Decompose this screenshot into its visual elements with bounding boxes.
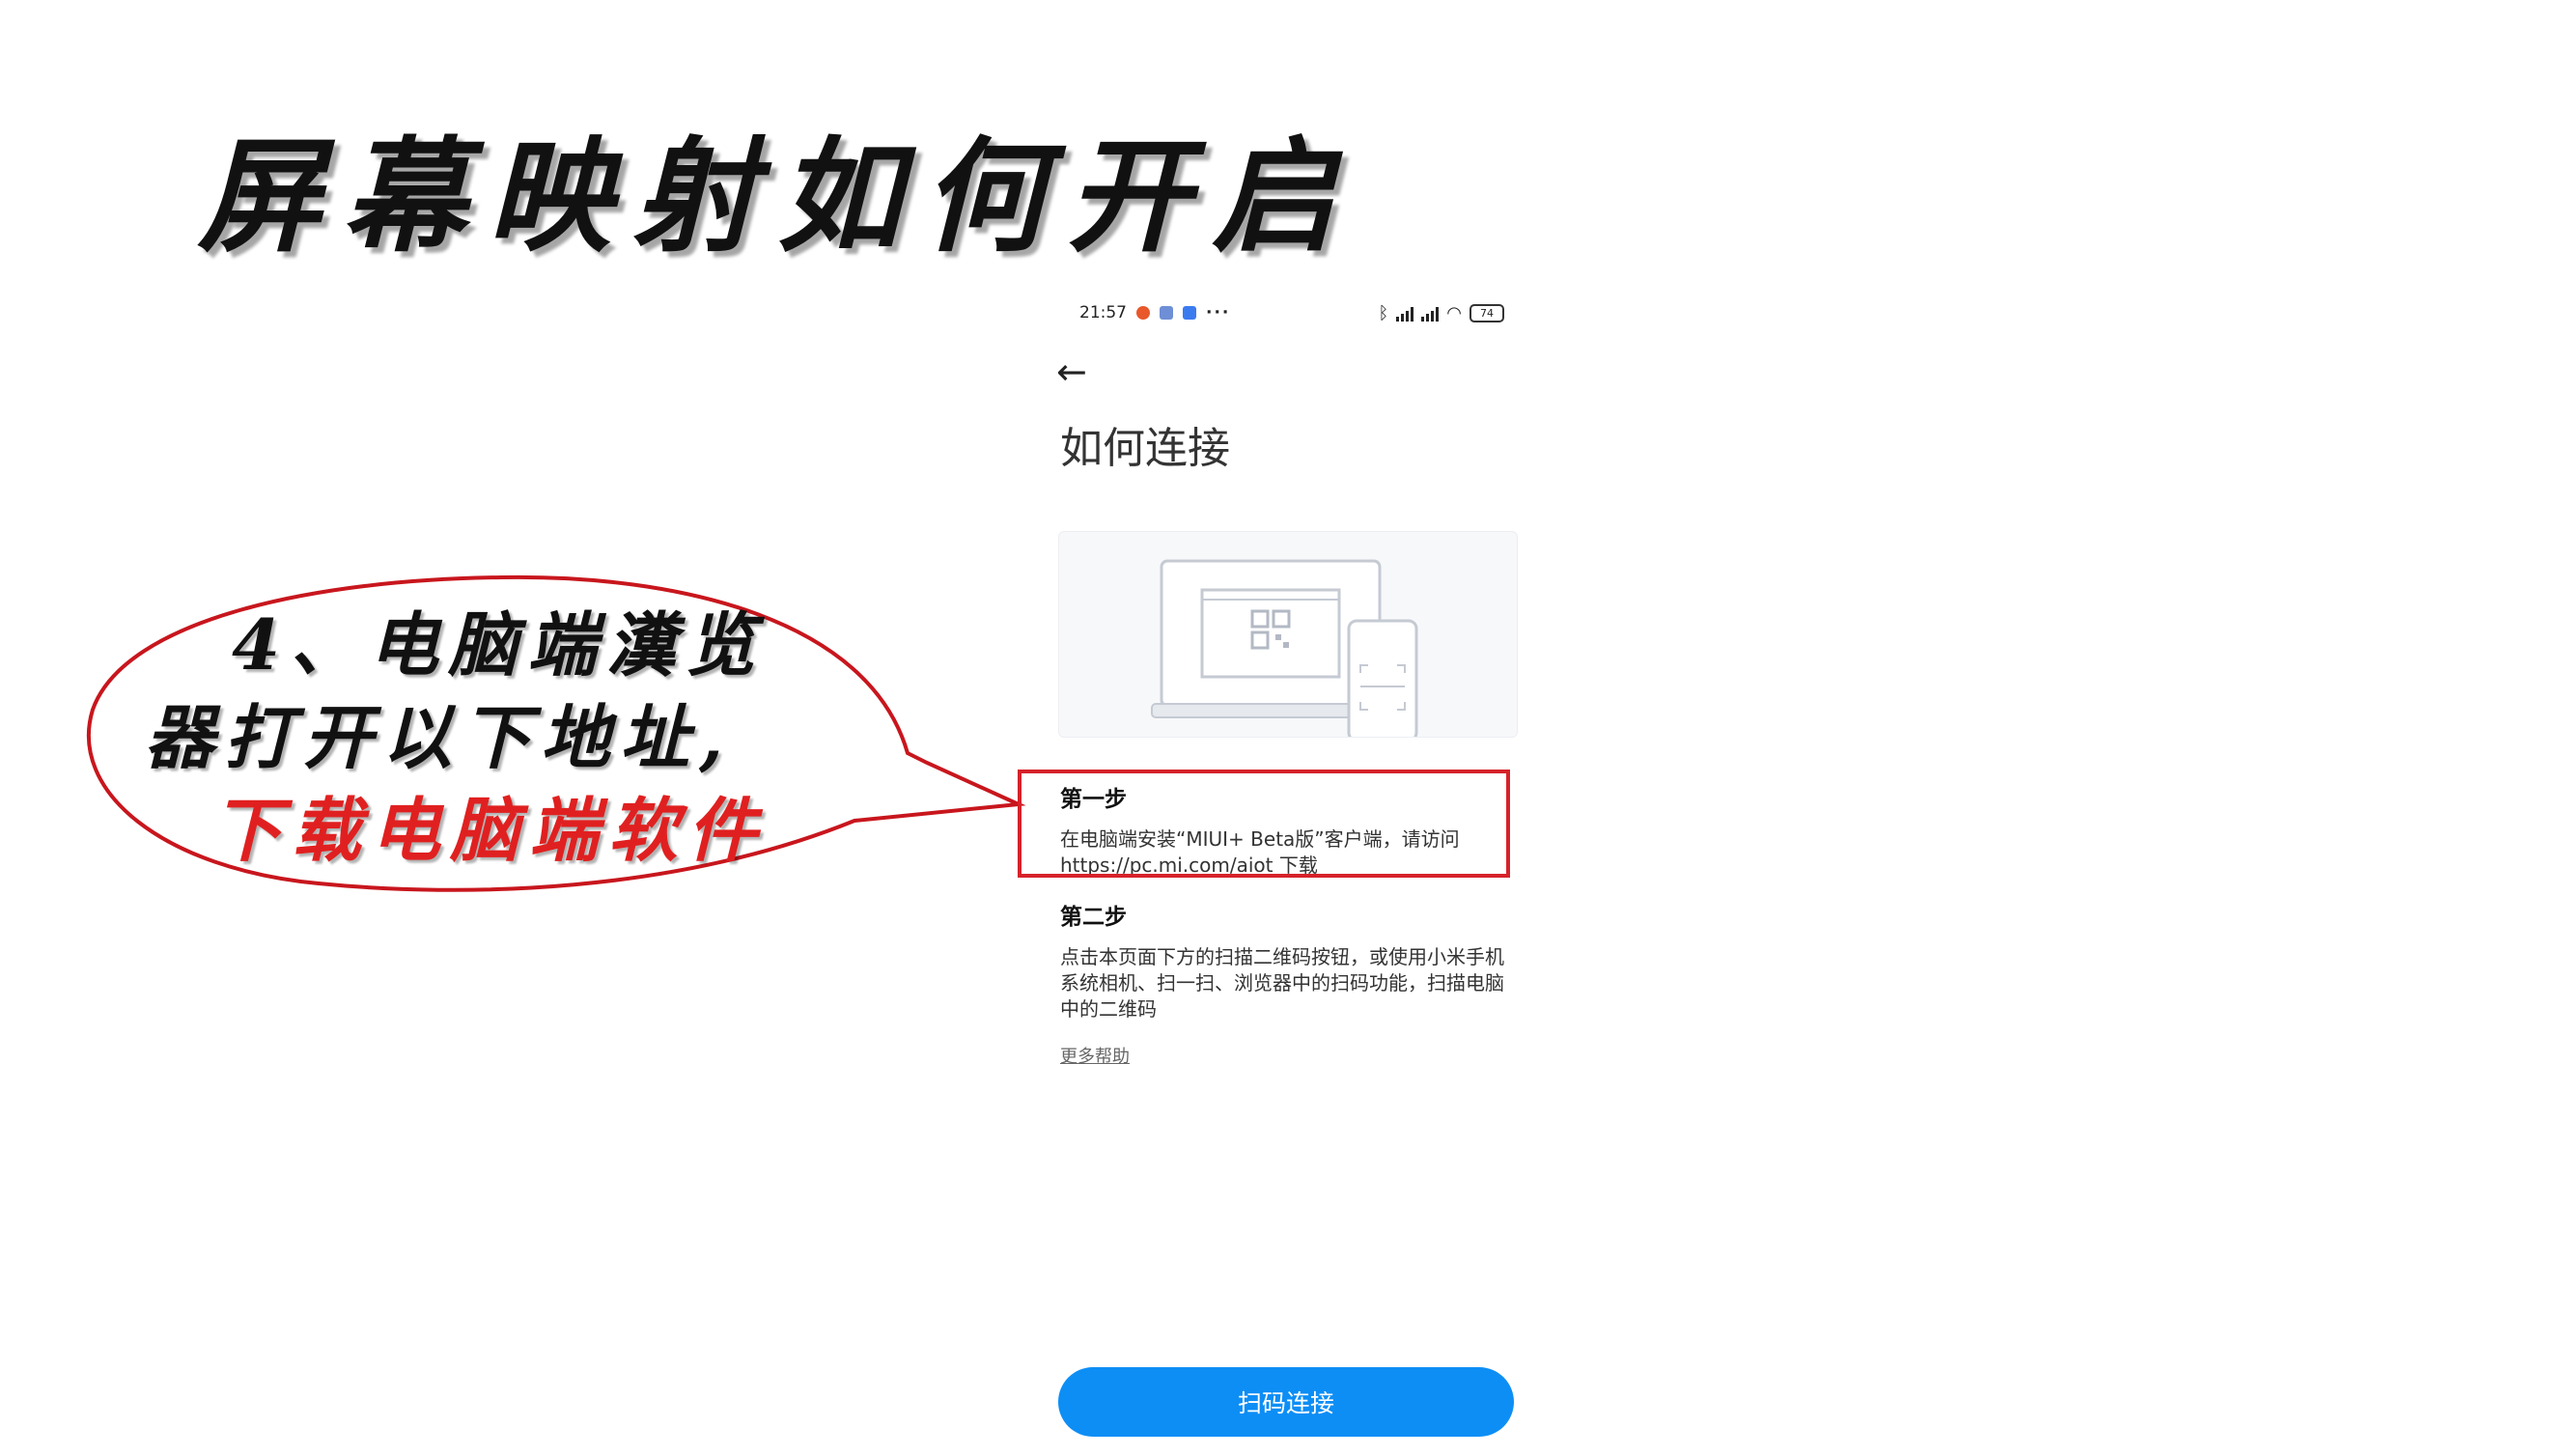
step-2-line-2: 系统相机、扫一扫、浏览器中的扫码功能，扫描电脑 — [1060, 971, 1504, 994]
battery-icon: 74 — [1469, 304, 1504, 322]
step-2-line-3: 中的二维码 — [1060, 997, 1157, 1021]
step-2: 第二步 点击本页面下方的扫描二维码按钮，或使用小米手机 系统相机、扫一扫、浏览器… — [1060, 898, 1514, 1022]
status-bar: 21:57 ··· ᛒ ◠ 74 — [1079, 299, 1504, 328]
more-notifications-icon: ··· — [1206, 303, 1231, 322]
illustration-svg — [1151, 559, 1418, 737]
arrow-left-icon: ← — [1056, 350, 1087, 393]
callout-text: 4、电脑端瀵览 器打开以下地址, 下载电脑端软件 — [145, 599, 937, 877]
page-title: 如何连接 — [1060, 424, 1230, 473]
doc-app-icon — [1160, 306, 1173, 320]
status-time: 21:57 — [1079, 303, 1127, 322]
callout-line-3: 下载电脑端软件 — [212, 789, 768, 871]
step-2-line-1: 点击本页面下方的扫描二维码按钮，或使用小米手机 — [1060, 945, 1504, 968]
hd-signal-icon — [1396, 306, 1414, 322]
callout-line-2: 器打开以下地址, — [145, 696, 734, 778]
wifi-icon: ◠ — [1446, 303, 1462, 323]
hd-signal-icon — [1421, 306, 1440, 322]
phone-icon — [1347, 619, 1418, 737]
status-left: 21:57 ··· — [1079, 303, 1230, 322]
scan-connect-button[interactable]: 扫码连接 — [1058, 1367, 1514, 1437]
connection-illustration — [1058, 531, 1518, 738]
status-right: ᛒ ◠ 74 — [1378, 303, 1504, 323]
step-1-highlight-box — [1018, 770, 1510, 878]
fruit-app-icon — [1136, 306, 1150, 320]
step-2-body: 点击本页面下方的扫描二维码按钮，或使用小米手机 系统相机、扫一扫、浏览器中的扫码… — [1060, 944, 1514, 1022]
step-2-title: 第二步 — [1060, 905, 1127, 930]
more-help-link[interactable]: 更多帮助 — [1060, 1043, 1130, 1068]
blue-app-icon — [1183, 306, 1196, 320]
bluetooth-icon: ᛒ — [1378, 303, 1389, 323]
callout-line-1: 4、电脑端瀵览 — [232, 603, 766, 686]
back-button[interactable]: ← — [1056, 348, 1114, 396]
